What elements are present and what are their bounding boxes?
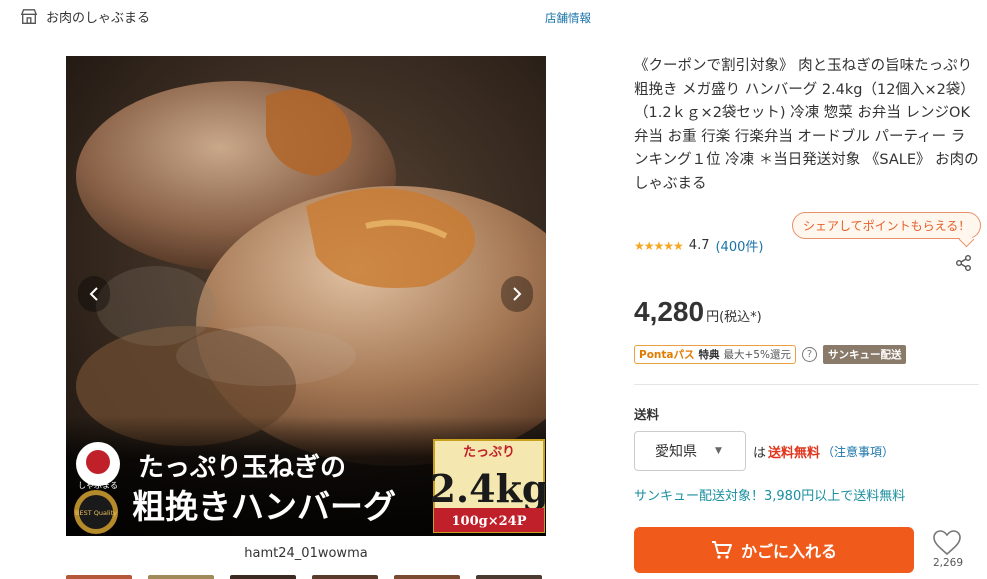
- weight-text: 2.4kg: [429, 466, 546, 511]
- heart-icon: [933, 530, 961, 556]
- hamburger-photo: しゃぶまる BEST Quality たっぷり玉ねぎの 粗挽きハンバーグ たっぷ…: [66, 56, 546, 536]
- store-header[interactable]: お肉のしゃぶまる: [20, 7, 150, 26]
- favorite-count: 2,269: [932, 557, 964, 569]
- rating-row: ★★★★★ 4.7 (400件): [634, 236, 763, 255]
- prefecture-select[interactable]: 愛知県 ▼: [634, 431, 746, 471]
- product-image[interactable]: しゃぶまる BEST Quality たっぷり玉ねぎの 粗挽きハンバーグ たっぷ…: [66, 56, 546, 536]
- product-title: 《クーポンで割引対象》 肉と玉ねぎの旨味たっぷり 粗挽き メガ盛り ハンバーグ …: [634, 58, 979, 192]
- best-quality-badge: BEST Quality: [75, 509, 117, 517]
- cart-label: かごに入れる: [740, 542, 837, 561]
- ponta-detail: 最大+5%還元: [723, 349, 791, 361]
- brand-text: しゃぶまる: [78, 481, 118, 490]
- store-icon: [20, 8, 38, 24]
- price-row: 4,280 円(税込*): [634, 296, 762, 328]
- ponta-label: 特典: [698, 349, 720, 361]
- price-unit: 円(税込*): [706, 310, 762, 325]
- chevron-right-icon: [513, 287, 522, 301]
- rating-value: 4.7: [688, 238, 710, 253]
- share-icon[interactable]: [955, 254, 973, 272]
- thumbnail[interactable]: [476, 575, 542, 579]
- thumbnail[interactable]: [312, 575, 378, 579]
- thumbnail[interactable]: [148, 575, 214, 579]
- next-image-button[interactable]: [501, 276, 533, 312]
- shipping-free-text: は 送料無料 （注意事項）: [753, 442, 894, 461]
- review-count-link[interactable]: (400件): [715, 236, 763, 255]
- add-to-cart-button[interactable]: かごに入れる: [634, 527, 914, 573]
- help-icon[interactable]: ?: [801, 347, 817, 362]
- ponta-pass-badge[interactable]: Pontaパス 特典 最大+5%還元: [634, 345, 796, 364]
- star-rating-icon: ★★★★★: [634, 238, 684, 253]
- thumbnail-strip: [66, 575, 546, 579]
- pack-text: 100g×24P: [452, 514, 527, 529]
- store-name[interactable]: お肉のしゃぶまる: [46, 7, 150, 26]
- free-shipping-text: 送料無料: [768, 446, 821, 461]
- favorite-button[interactable]: [930, 530, 964, 560]
- prefecture-value: 愛知県: [655, 444, 697, 460]
- ponta-name: Pontaパス: [639, 349, 695, 361]
- thankyou-delivery-badge: サンキュー配送: [822, 345, 907, 364]
- thumbnail[interactable]: [230, 575, 296, 579]
- store-info-link[interactable]: 店舗情報: [545, 10, 591, 26]
- shipping-prefix: は: [753, 446, 767, 461]
- caret-down-icon: ▼: [715, 446, 722, 456]
- shipping-label: 送料: [634, 407, 660, 422]
- badge-row: Pontaパス 特典 最大+5%還元 ? サンキュー配送: [634, 345, 907, 364]
- price: 4,280: [634, 296, 705, 327]
- divider: [634, 384, 979, 385]
- thumbnail[interactable]: [66, 575, 132, 579]
- chevron-left-icon: [89, 287, 98, 301]
- tag-text: たっぷり: [463, 445, 515, 460]
- image-caption: hamt24_01wowma: [244, 546, 368, 561]
- headline-line2: 粗挽きハンバーグ: [132, 487, 396, 526]
- thumbnail[interactable]: [394, 575, 460, 579]
- share-promo-bubble[interactable]: シェアしてポイントもらえる！: [792, 212, 982, 239]
- cart-icon: [711, 541, 732, 559]
- headline-line1: たっぷり玉ねぎの: [138, 453, 346, 483]
- prev-image-button[interactable]: [78, 276, 110, 312]
- shipping-note-link[interactable]: （注意事項）: [822, 443, 894, 460]
- thankyou-delivery-link[interactable]: サンキュー配送対象！3,980円以上で送料無料: [634, 485, 905, 504]
